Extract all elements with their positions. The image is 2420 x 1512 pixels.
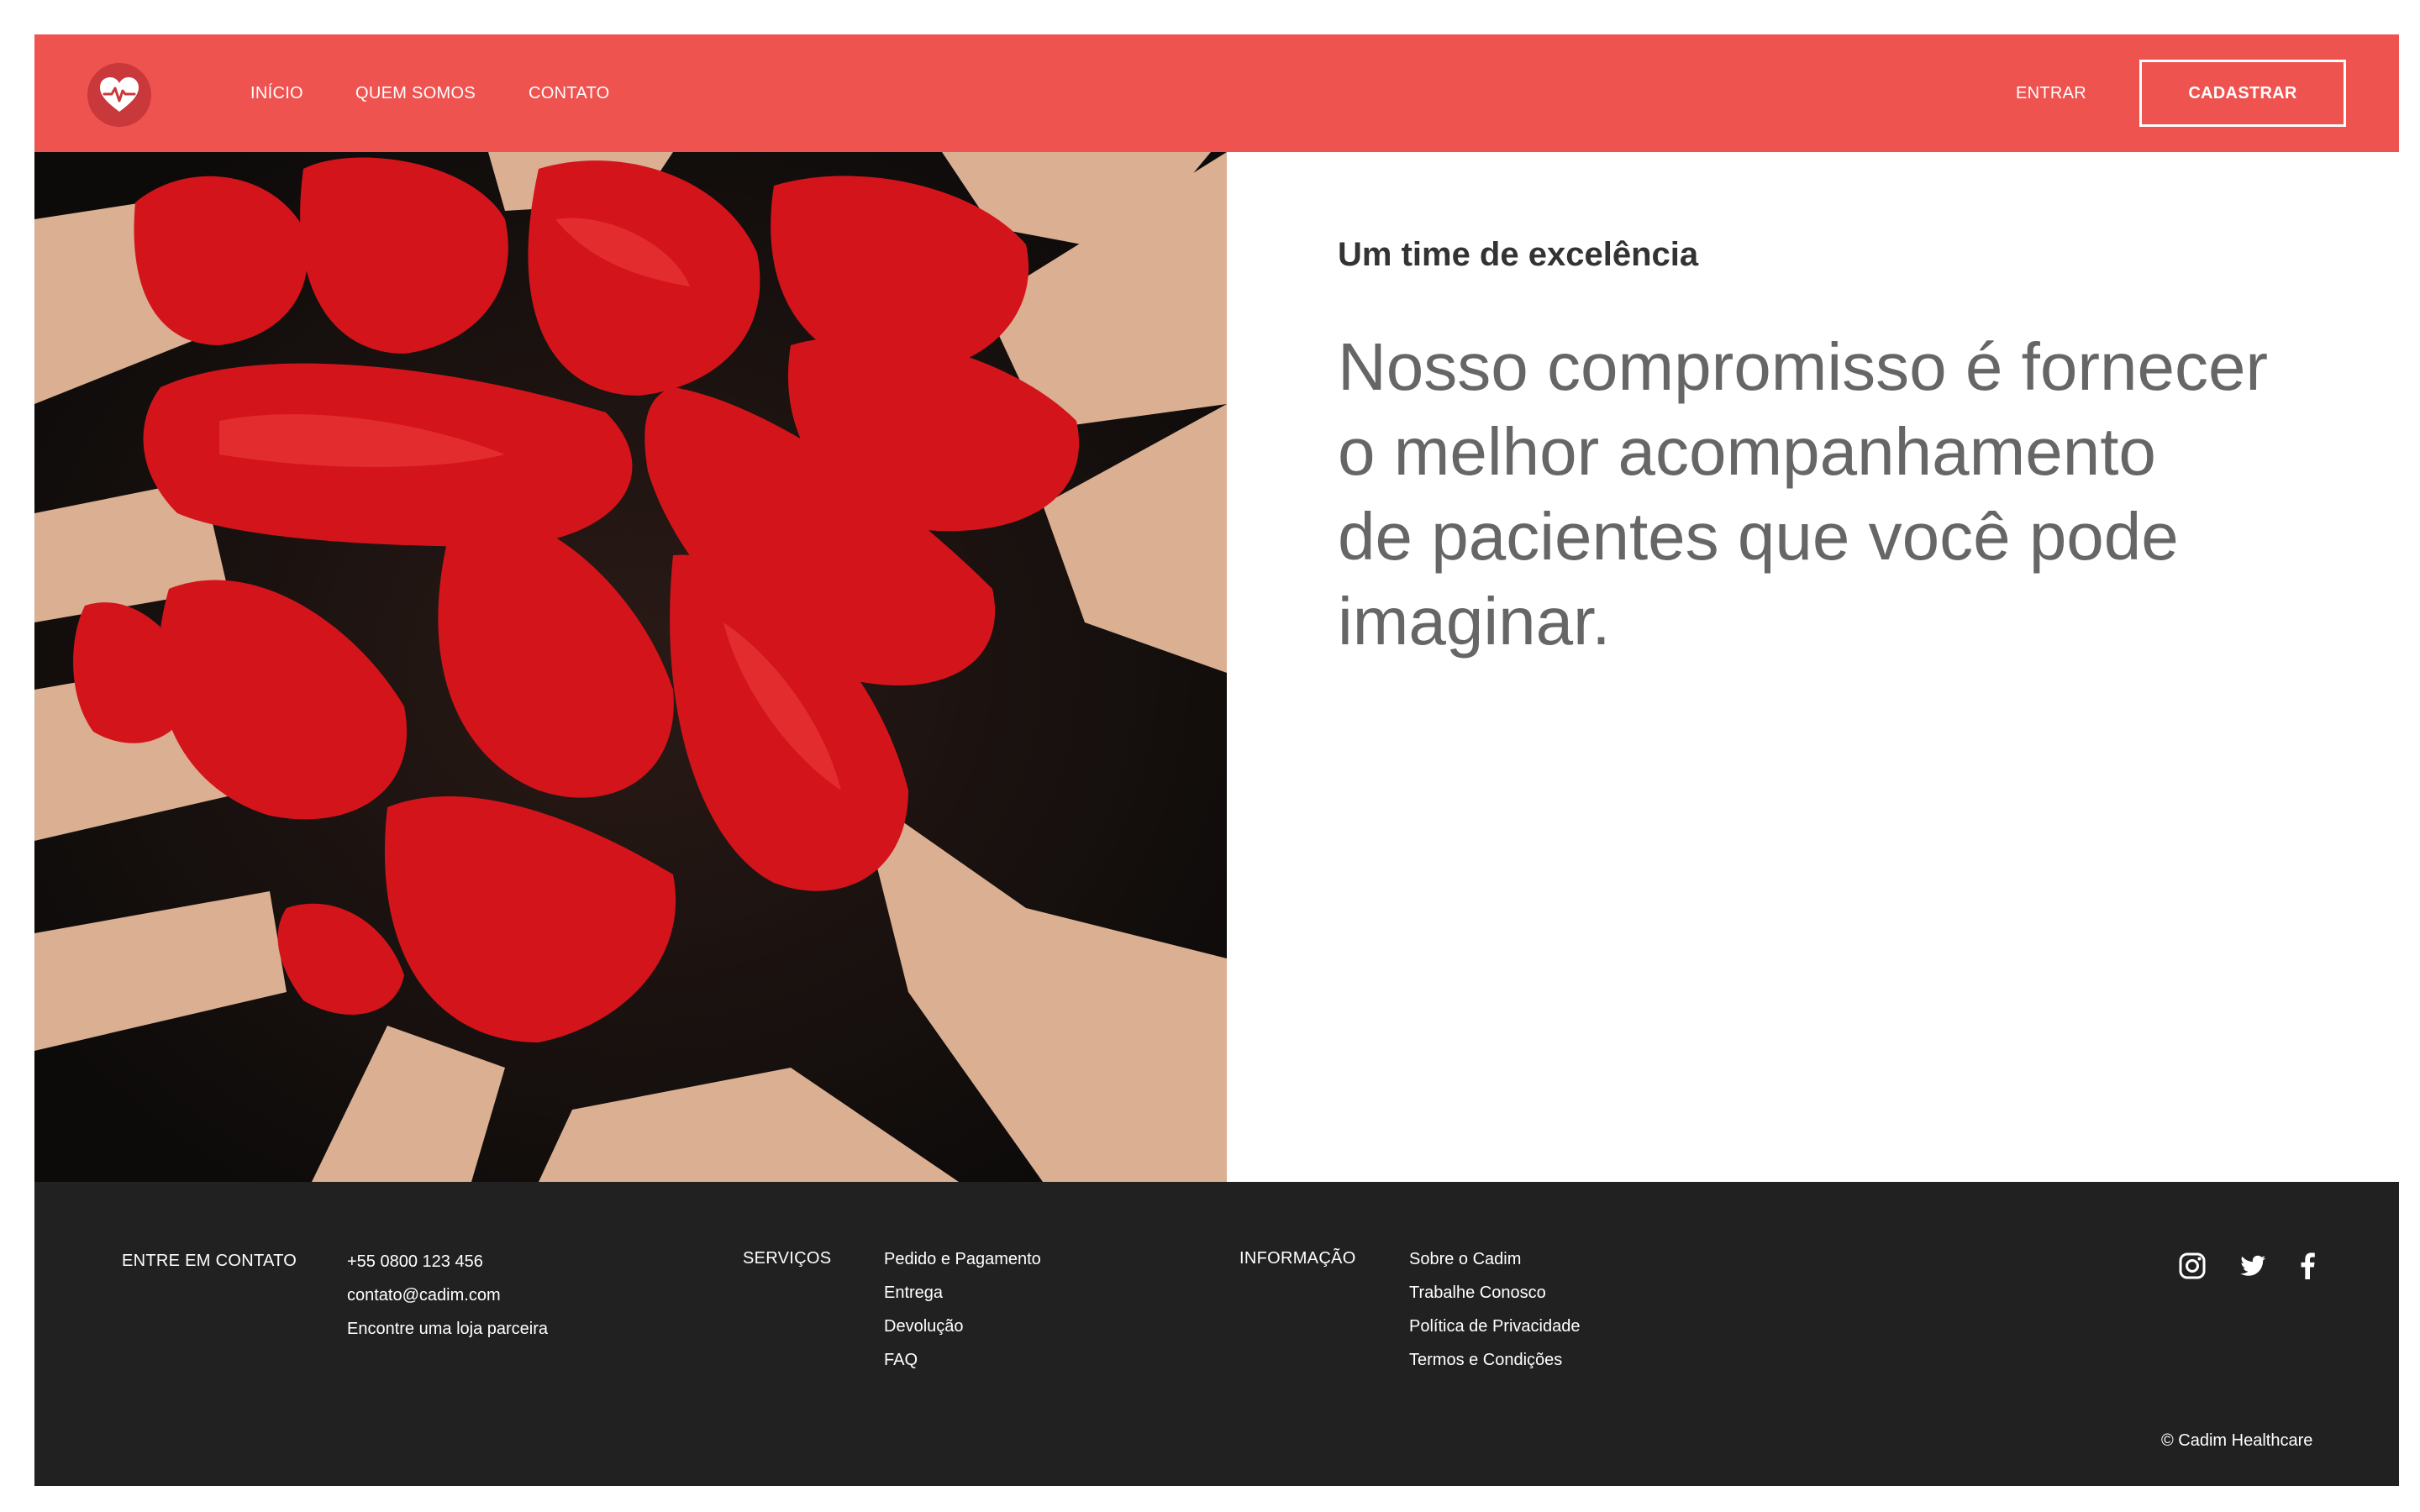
- contact-find-store[interactable]: Encontre uma loja parceira: [347, 1317, 548, 1351]
- footer-services-list: Pedido e Pagamento Entrega Devolução FAQ: [884, 1247, 1041, 1382]
- headline-line: imaginar.: [1338, 584, 1611, 659]
- contact-phone[interactable]: +55 0800 123 456: [347, 1250, 548, 1284]
- footer-link[interactable]: Pedido e Pagamento: [884, 1247, 1041, 1281]
- instagram-icon: [2179, 1252, 2206, 1279]
- signup-button[interactable]: CADASTRAR: [2139, 60, 2346, 127]
- footer-link[interactable]: Política de Privacidade: [1409, 1315, 1580, 1348]
- footer-info-title: INFORMAÇÃO: [1239, 1249, 1356, 1268]
- nav-link-contato[interactable]: CONTATO: [529, 34, 610, 152]
- twitter-link[interactable]: [2236, 1249, 2270, 1283]
- headline-line: de pacientes que você pode: [1338, 499, 2179, 574]
- footer-info-list: Sobre o Cadim Trabalhe Conosco Política …: [1409, 1247, 1580, 1382]
- footer-link[interactable]: Sobre o Cadim: [1409, 1247, 1580, 1281]
- footer-link[interactable]: Trabalhe Conosco: [1409, 1281, 1580, 1315]
- footer-link[interactable]: Devolução: [884, 1315, 1041, 1348]
- nav-link-inicio[interactable]: INÍCIO: [250, 34, 303, 152]
- facebook-icon: [2301, 1252, 2315, 1279]
- twitter-icon: [2240, 1255, 2266, 1276]
- footer-link[interactable]: Termos e Condições: [1409, 1348, 1580, 1382]
- contact-email[interactable]: contato@cadim.com: [347, 1284, 548, 1317]
- footer-contact-list: +55 0800 123 456 contato@cadim.com Encon…: [347, 1250, 548, 1351]
- hands-heart-illustration: [34, 152, 1227, 1182]
- footer: ENTRE EM CONTATO +55 0800 123 456 contat…: [34, 1182, 2399, 1486]
- top-navbar: INÍCIO QUEM SOMOS CONTATO ENTRAR CADASTR…: [34, 34, 2399, 152]
- footer-link[interactable]: FAQ: [884, 1348, 1041, 1382]
- logo[interactable]: [87, 63, 151, 127]
- heart-pulse-icon: [100, 77, 139, 112]
- footer-link[interactable]: Entrega: [884, 1281, 1041, 1315]
- page: INÍCIO QUEM SOMOS CONTATO ENTRAR CADASTR…: [34, 34, 2399, 1486]
- section-eyebrow: Um time de excelência: [1338, 236, 1699, 273]
- hero-image: [34, 152, 1227, 1182]
- login-link[interactable]: ENTRAR: [2016, 34, 2086, 152]
- copyright: © Cadim Healthcare: [2161, 1431, 2313, 1450]
- headline-line: Nosso compromisso é fornecer: [1338, 329, 2269, 404]
- footer-services-title: SERVIÇOS: [743, 1249, 832, 1268]
- nav-link-quem-somos[interactable]: QUEM SOMOS: [355, 34, 476, 152]
- facebook-link[interactable]: [2291, 1249, 2325, 1283]
- hero-headline: Nosso compromisso é fornecer o melhor ac…: [1338, 324, 2363, 664]
- instagram-link[interactable]: [2175, 1249, 2209, 1283]
- footer-contact-title: ENTRE EM CONTATO: [122, 1252, 297, 1270]
- headline-line: o melhor acompanhamento: [1338, 414, 2156, 489]
